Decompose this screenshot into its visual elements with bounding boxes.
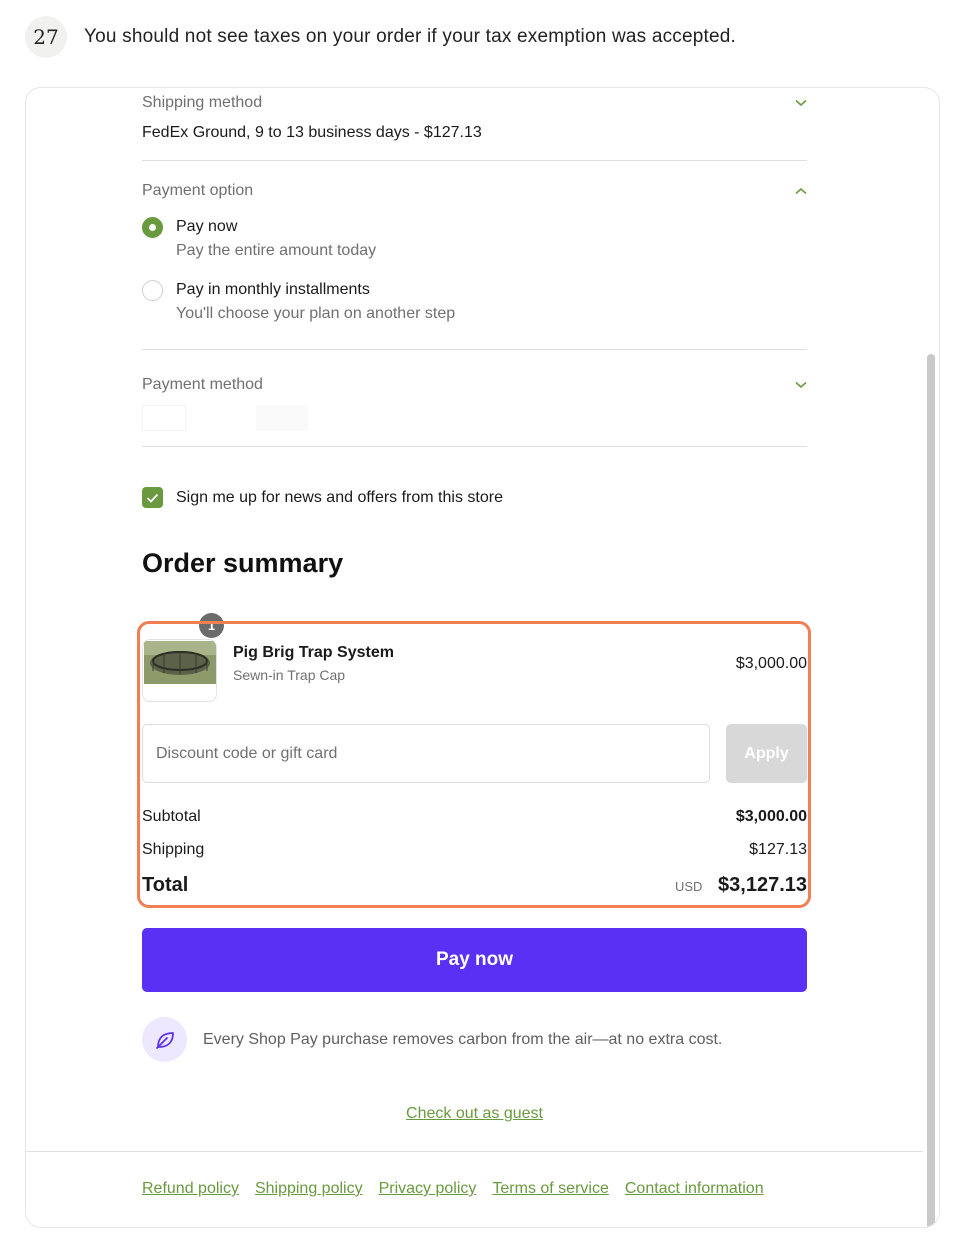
card-logo-placeholder bbox=[142, 405, 186, 431]
step-number: 27 bbox=[25, 16, 67, 58]
payment-method-section[interactable]: Payment method bbox=[142, 376, 807, 447]
option-title: Pay now bbox=[176, 218, 238, 235]
newsletter-label: Sign me up for news and offers from this… bbox=[176, 488, 503, 506]
shipping-policy-link[interactable]: Shipping policy bbox=[255, 1180, 363, 1198]
carbon-text: Every Shop Pay purchase removes carbon f… bbox=[203, 1030, 723, 1048]
payment-option-installments[interactable]: Pay in monthly installments You'll choos… bbox=[142, 279, 807, 325]
divider bbox=[142, 160, 807, 161]
option-title: Pay in monthly installments bbox=[176, 281, 370, 298]
carbon-notice: Every Shop Pay purchase removes carbon f… bbox=[142, 1017, 722, 1062]
radio-unselected[interactable] bbox=[142, 280, 163, 301]
newsletter-checkbox-row[interactable]: Sign me up for news and offers from this… bbox=[142, 487, 503, 508]
privacy-policy-link[interactable]: Privacy policy bbox=[379, 1180, 477, 1198]
payment-option-section: Payment option Pay now Pay the entire am… bbox=[142, 182, 807, 350]
payment-option-label: Payment option bbox=[142, 182, 254, 199]
checkout-as-guest-link[interactable]: Check out as guest bbox=[406, 1105, 543, 1122]
shipping-method-section[interactable]: Shipping method FedEx Ground, 9 to 13 bu… bbox=[142, 94, 807, 161]
contact-information-link[interactable]: Contact information bbox=[625, 1180, 764, 1198]
step-instruction: You should not see taxes on your order i… bbox=[84, 26, 737, 47]
payment-option-pay-now[interactable]: Pay now Pay the entire amount today bbox=[142, 216, 807, 262]
radio-selected[interactable] bbox=[142, 217, 163, 238]
payment-method-placeholders bbox=[142, 404, 807, 432]
chevron-down-icon[interactable] bbox=[795, 379, 807, 391]
payment-method-label: Payment method bbox=[142, 376, 263, 393]
guest-checkout: Check out as guest bbox=[142, 1105, 807, 1123]
footer-divider bbox=[26, 1151, 923, 1152]
divider bbox=[142, 349, 807, 350]
scrollbar[interactable] bbox=[927, 354, 935, 1227]
footer-links: Refund policy Shipping policy Privacy po… bbox=[142, 1180, 764, 1198]
newsletter-checkbox[interactable] bbox=[142, 487, 163, 508]
pay-now-button[interactable]: Pay now bbox=[142, 928, 807, 992]
divider bbox=[142, 446, 807, 447]
chevron-down-icon[interactable] bbox=[795, 97, 807, 109]
step-header: 27 You should not see taxes on your orde… bbox=[25, 16, 736, 58]
highlight-box bbox=[137, 621, 811, 908]
refund-policy-link[interactable]: Refund policy bbox=[142, 1180, 239, 1198]
chevron-up-icon[interactable] bbox=[795, 185, 807, 197]
option-subtitle: You'll choose your plan on another step bbox=[176, 305, 456, 322]
shipping-method-value: FedEx Ground, 9 to 13 business days - $1… bbox=[142, 124, 482, 141]
card-logo-placeholder bbox=[256, 405, 308, 431]
option-subtitle: Pay the entire amount today bbox=[176, 242, 377, 259]
shipping-method-label: Shipping method bbox=[142, 94, 263, 111]
leaf-icon bbox=[142, 1017, 187, 1062]
order-summary-title: Order summary bbox=[142, 548, 344, 578]
terms-of-service-link[interactable]: Terms of service bbox=[492, 1180, 608, 1198]
check-icon bbox=[146, 493, 159, 503]
checkout-screenshot-frame: Shipping method FedEx Ground, 9 to 13 bu… bbox=[25, 87, 940, 1228]
